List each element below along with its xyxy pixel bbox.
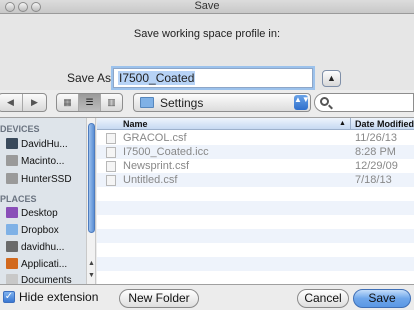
sidebar-section-devices: DEVICES <box>0 124 40 134</box>
save-as-field[interactable]: I7500_Coated <box>113 68 313 88</box>
document-icon <box>106 175 116 186</box>
navigation-toolbar: ◀ ▶ ▦ ☰ ▥ Settings ▲▼ <box>0 90 414 114</box>
hard-drive-icon <box>6 173 18 184</box>
empty-row <box>97 271 414 284</box>
empty-row <box>97 257 414 271</box>
laptop-icon <box>6 138 18 149</box>
file-row[interactable]: Newsprint.csf 12/29/09 <box>97 159 414 173</box>
sidebar: DEVICES DavidHu... Macinto... HunterSSD … <box>0 118 86 284</box>
hide-extension-checkbox[interactable]: ✓ <box>3 291 15 303</box>
save-header: Save working space profile in: Save As: … <box>0 14 414 90</box>
save-message: Save working space profile in: <box>133 28 281 40</box>
sort-ascending-icon: ▲ <box>339 120 346 127</box>
sidebar-item-davidhu[interactable]: DavidHu... <box>6 136 86 153</box>
file-name: GRACOL.csf <box>123 132 187 144</box>
folder-icon <box>140 97 154 108</box>
file-row[interactable]: Untitled.csf 7/18/13 <box>97 173 414 187</box>
save-as-label: Save As: <box>67 71 115 85</box>
search-field[interactable] <box>314 93 414 112</box>
name-column-header[interactable]: Name <box>123 118 148 130</box>
hide-extension-label: Hide extension <box>19 290 99 304</box>
forward-button[interactable]: ▶ <box>23 94 46 111</box>
location-popup[interactable]: Settings ▲▼ <box>133 93 311 112</box>
sidebar-item-dropbox[interactable]: Dropbox <box>6 222 86 239</box>
empty-row <box>97 201 414 215</box>
back-button[interactable]: ◀ <box>0 94 23 111</box>
dialog-footer: ✓ Hide extension New Folder Cancel Save <box>0 286 414 310</box>
view-mode-group: ▦ ☰ ▥ <box>56 93 123 112</box>
file-date: 12/29/09 <box>355 160 398 172</box>
file-date: 11/26/13 <box>355 132 398 144</box>
save-as-value: I7500_Coated <box>118 71 196 85</box>
location-label: Settings <box>160 96 204 110</box>
empty-row <box>97 229 414 243</box>
window-title: Save <box>194 0 220 12</box>
search-icon <box>320 97 329 106</box>
desktop-icon <box>6 207 18 218</box>
cancel-button[interactable]: Cancel <box>297 289 349 308</box>
icon-view-button[interactable]: ▦ <box>57 94 79 111</box>
home-icon <box>6 241 18 252</box>
save-button[interactable]: Save <box>353 289 411 308</box>
file-name: Untitled.csf <box>123 174 178 186</box>
sidebar-scroll-thumb[interactable] <box>88 123 95 233</box>
file-date: 7/18/13 <box>355 174 392 186</box>
popup-arrows-icon: ▲▼ <box>294 95 310 110</box>
list-view-button[interactable]: ☰ <box>79 94 101 111</box>
sidebar-item-hunterssd[interactable]: HunterSSD <box>6 171 86 188</box>
hard-drive-icon <box>6 155 18 166</box>
folder-icon <box>6 224 18 235</box>
file-row[interactable]: I7500_Coated.icc 8:28 PM <box>97 145 414 159</box>
file-list: Name ▲ Date Modified GRACOL.csf 11/26/13… <box>97 118 414 284</box>
expand-dialog-button[interactable]: ▲ <box>322 70 341 87</box>
empty-row <box>97 187 414 201</box>
back-forward-group: ◀ ▶ <box>0 93 47 112</box>
sidebar-item-macintosh[interactable]: Macinto... <box>6 153 86 170</box>
file-name: Newsprint.csf <box>123 160 190 172</box>
scroll-up-arrow-icon[interactable]: ▲ <box>87 260 96 267</box>
sidebar-item-applications[interactable]: Applicati... <box>6 256 86 273</box>
scroll-down-arrow-icon[interactable]: ▼ <box>87 272 96 279</box>
new-folder-button[interactable]: New Folder <box>119 289 199 308</box>
document-icon <box>106 147 116 158</box>
file-list-header: Name ▲ Date Modified <box>97 118 414 130</box>
sidebar-item-desktop[interactable]: Desktop <box>6 205 86 222</box>
title-bar: Save <box>0 0 414 14</box>
empty-row <box>97 215 414 229</box>
date-column-header[interactable]: Date Modified <box>350 118 414 130</box>
document-icon <box>106 133 116 144</box>
sidebar-section-places: PLACES <box>0 194 37 204</box>
sidebar-scrollbar[interactable]: ▲ ▼ <box>86 118 96 284</box>
column-view-button[interactable]: ▥ <box>101 94 122 111</box>
documents-icon <box>6 274 18 284</box>
file-row[interactable]: GRACOL.csf 11/26/13 <box>97 131 414 145</box>
empty-row <box>97 243 414 257</box>
document-icon <box>106 161 116 172</box>
sidebar-item-home[interactable]: davidhu... <box>6 239 86 256</box>
file-browser: DEVICES DavidHu... Macinto... HunterSSD … <box>0 117 414 285</box>
file-date: 8:28 PM <box>355 146 396 158</box>
applications-icon <box>6 258 18 269</box>
sidebar-item-documents[interactable]: Documents <box>6 272 86 284</box>
file-name: I7500_Coated.icc <box>123 146 209 158</box>
